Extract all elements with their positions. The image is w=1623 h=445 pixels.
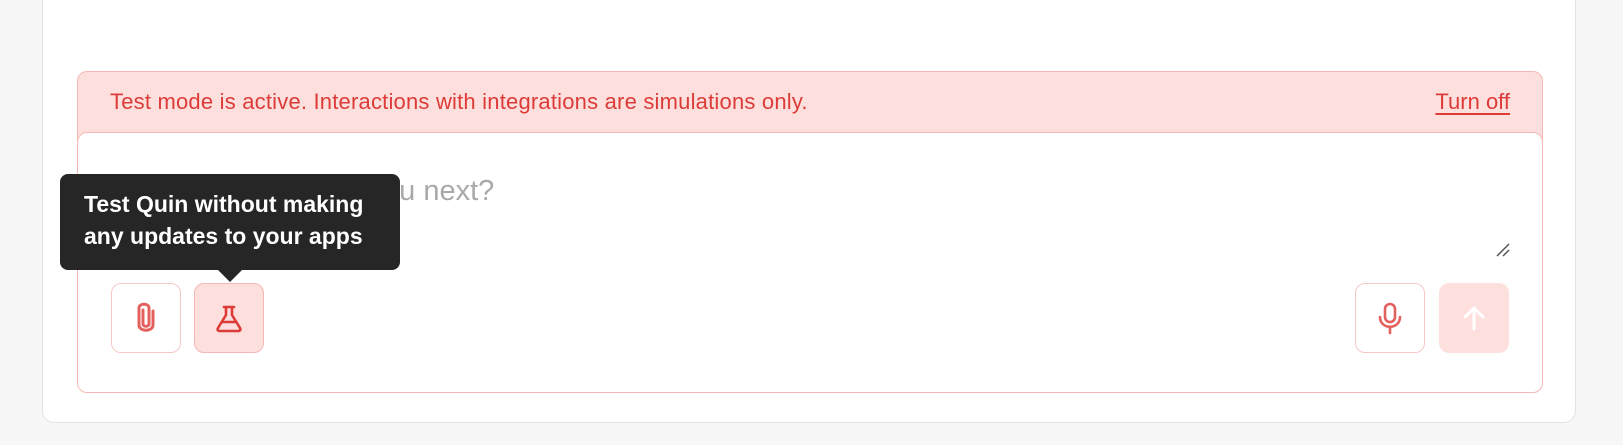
turn-off-link[interactable]: Turn off <box>1435 89 1510 115</box>
attach-button[interactable] <box>111 283 181 353</box>
flask-icon <box>216 305 242 333</box>
test-mode-banner: Test mode is active. Interactions with i… <box>78 72 1542 132</box>
microphone-icon <box>1378 302 1402 335</box>
test-mode-button[interactable] <box>194 283 264 353</box>
tooltip-line-1: Test Quin without making <box>84 191 364 217</box>
paperclip-icon <box>137 302 155 332</box>
arrow-up-icon <box>1463 306 1485 331</box>
tooltip-line-2: any updates to your apps <box>84 223 363 249</box>
test-mode-message: Test mode is active. Interactions with i… <box>110 89 808 114</box>
send-button[interactable] <box>1439 283 1509 353</box>
test-mode-tooltip: Test Quin without making any updates to … <box>60 174 400 282</box>
microphone-button[interactable] <box>1355 283 1425 353</box>
resize-handle-icon[interactable] <box>1494 241 1510 257</box>
